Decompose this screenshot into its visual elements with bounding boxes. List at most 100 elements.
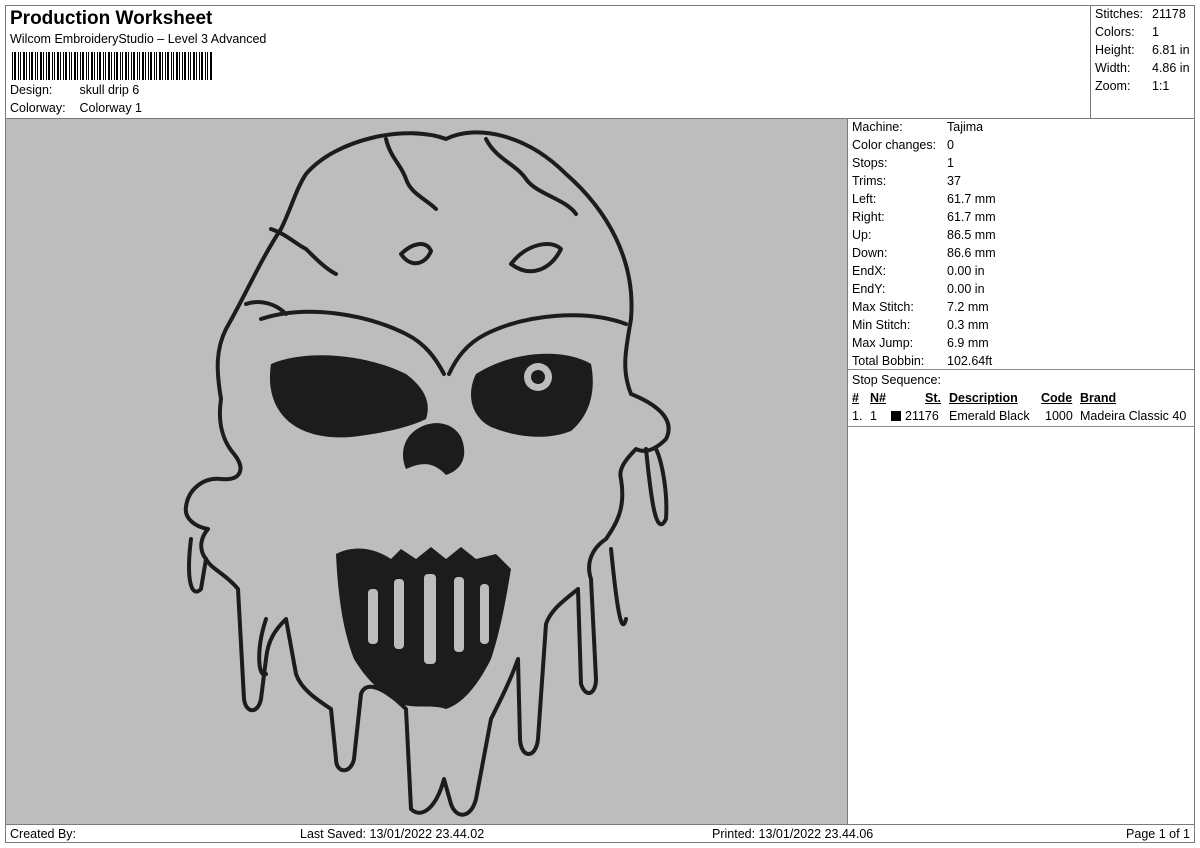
width-label: Width: [1095, 61, 1131, 75]
barcode-bar [131, 52, 132, 80]
crack-3 [269, 227, 338, 276]
barcode-bar [128, 52, 129, 80]
barcode-bar [156, 52, 157, 80]
design-preview [5, 118, 848, 825]
stitches-label: Stitches: [1095, 7, 1143, 21]
machine-info-label: Right: [852, 210, 885, 224]
barcode-bar [125, 52, 127, 80]
barcode-bar [167, 52, 169, 80]
row-needle: 1 [870, 409, 877, 423]
tooth-1 [368, 589, 378, 644]
machine-info-value: 0.00 in [947, 264, 985, 278]
machine-info-value: 6.9 mm [947, 336, 989, 350]
barcode-bar [173, 52, 174, 80]
barcode-bar [122, 52, 123, 80]
machine-info-value: 86.5 mm [947, 228, 996, 242]
drip-right-2 [609, 547, 628, 627]
barcode-bar [69, 52, 70, 80]
brow-notch-right [509, 242, 563, 274]
page-title: Production Worksheet [10, 8, 213, 29]
barcode-bar [99, 52, 101, 80]
barcode-bar [205, 52, 206, 80]
tooth-5 [480, 584, 489, 644]
barcode-bar [77, 52, 78, 80]
colorway-value: Colorway 1 [79, 101, 143, 115]
brow-notch-left [399, 242, 433, 266]
barcode-bar [133, 52, 135, 80]
design-label: Design: [10, 83, 53, 97]
design-row: Design: skull drip 6 [10, 83, 139, 97]
col-brand: Brand [1080, 391, 1117, 405]
tooth-4 [454, 577, 464, 652]
height-value: 6.81 in [1152, 43, 1190, 57]
machine-info-row: EndX: 0.00 in [852, 264, 985, 278]
barcode-bar [52, 52, 53, 80]
design-value: skull drip 6 [79, 83, 140, 97]
machine-info-label: Total Bobbin: [852, 354, 925, 368]
barcode-bar [165, 52, 166, 80]
barcode-bar [142, 52, 144, 80]
machine-info-label: Max Stitch: [852, 300, 914, 314]
barcode-bar [105, 52, 106, 80]
barcode-image [12, 52, 212, 80]
barcode-bar [18, 52, 19, 80]
barcode-bar [196, 52, 197, 80]
barcode-bar [35, 52, 36, 80]
machine-info-row: Right: 61.7 mm [852, 210, 996, 224]
col-index: # [852, 391, 859, 405]
machine-info-label: Max Jump: [852, 336, 914, 350]
colors-value: 1 [1152, 25, 1159, 39]
machine-info-value: 37 [947, 174, 961, 188]
barcode-bar [63, 52, 64, 80]
machine-info-value: 61.7 mm [947, 192, 996, 206]
barcode-bar [94, 52, 95, 80]
machine-info-row: EndY: 0.00 in [852, 282, 985, 296]
colors-row: Colors: 1 [1095, 25, 1159, 39]
barcode-bar [29, 52, 30, 80]
barcode-bar [190, 52, 191, 80]
barcode-bar [23, 52, 25, 80]
crack-1 [384, 137, 438, 211]
machine-info-label: Down: [852, 246, 888, 260]
drip-left-1 [187, 537, 208, 594]
machine-info-row: Trims: 37 [852, 174, 961, 188]
machine-info-value: 86.6 mm [947, 246, 996, 260]
page-number: Page 1 of 1 [1126, 827, 1190, 841]
barcode-bar [184, 52, 186, 80]
barcode-bar [82, 52, 84, 80]
barcode-bar [88, 52, 89, 80]
barcode-bar [86, 52, 87, 80]
machine-info-row: Up: 86.5 mm [852, 228, 996, 242]
barcode-bar [148, 52, 149, 80]
tooth-3 [424, 574, 436, 664]
barcode-bar [43, 52, 44, 80]
height-row: Height: 6.81 in [1095, 43, 1190, 57]
barcode-bar [210, 52, 212, 80]
barcode-bar [26, 52, 27, 80]
machine-info-row: Color changes: 0 [852, 138, 954, 152]
barcode-bar [91, 52, 93, 80]
stitches-row: Stitches: 21178 [1095, 7, 1186, 21]
eye-left [269, 355, 428, 438]
machine-info-label: Stops: [852, 156, 888, 170]
colorway-label: Colorway: [10, 101, 66, 115]
height-label: Height: [1095, 43, 1135, 57]
machine-info-label: Up: [852, 228, 872, 242]
col-description: Description [949, 391, 1018, 405]
barcode-bar [71, 52, 72, 80]
zoom-row: Zoom: 1:1 [1095, 79, 1169, 93]
barcode-bar [116, 52, 118, 80]
machine-info-value: 0.3 mm [947, 318, 989, 332]
width-row: Width: 4.86 in [1095, 61, 1190, 75]
colorway-row: Colorway: Colorway 1 [10, 101, 142, 115]
row-stitches: 21176 [905, 409, 939, 423]
barcode-bar [14, 52, 16, 80]
barcode-bar [114, 52, 115, 80]
machine-info-value: 102.64ft [947, 354, 993, 368]
zoom-value: 1:1 [1152, 79, 1170, 93]
barcode-bar [31, 52, 33, 80]
machine-info-row: Stops: 1 [852, 156, 954, 170]
barcode-bar [145, 52, 146, 80]
machine-info-value: 61.7 mm [947, 210, 996, 224]
skull-drip-embroidery-image [183, 130, 671, 817]
